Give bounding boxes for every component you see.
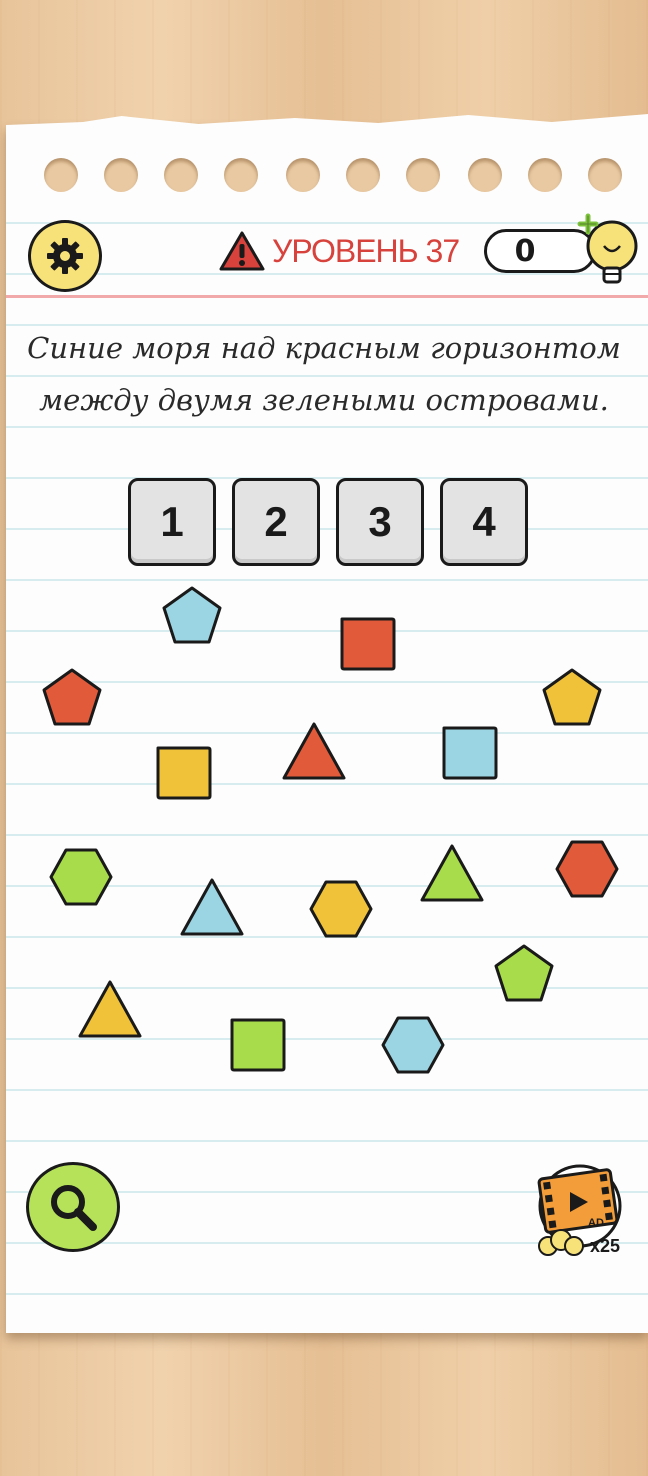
shape-pentagon-blue[interactable]: [160, 584, 224, 646]
shape-square-red[interactable]: [336, 613, 398, 675]
paper-hole: [468, 158, 502, 192]
paper-hole: [528, 158, 562, 192]
level-indicator: УРОВЕНЬ 37: [218, 228, 460, 274]
paper-hole: [286, 158, 320, 192]
shape-hexagon-blue[interactable]: [380, 1014, 446, 1076]
question-line-2: между двумя зелеными островами.: [39, 383, 609, 417]
hint-count: 0: [514, 233, 536, 269]
shape-hexagon-red[interactable]: [554, 838, 620, 900]
shape-square-yellow[interactable]: [152, 742, 214, 804]
gear-icon: [47, 238, 83, 274]
question-line-1: Синие моря над красным горизонтом: [27, 331, 621, 365]
search-icon: [51, 1185, 97, 1231]
paper-hole: [588, 158, 622, 192]
shape-pentagon-red[interactable]: [40, 666, 104, 728]
lightbulb-icon[interactable]: [574, 212, 642, 292]
ad-multiplier: x25: [590, 1236, 621, 1256]
level-title: УРОВЕНЬ 37: [272, 232, 460, 269]
margin-line: [6, 295, 648, 298]
search-hint-button[interactable]: [26, 1162, 120, 1252]
shape-hexagon-green[interactable]: [48, 846, 114, 908]
shape-pentagon-yellow[interactable]: [540, 666, 604, 728]
paper-hole: [104, 158, 138, 192]
answer-keys: 1 2 3 4: [128, 478, 528, 566]
shape-hexagon-yellow[interactable]: [308, 878, 374, 940]
shape-triangle-blue[interactable]: [178, 876, 246, 938]
shape-square-blue[interactable]: [438, 722, 500, 784]
shape-triangle-green[interactable]: [418, 842, 486, 904]
shape-square-green[interactable]: [226, 1014, 288, 1076]
shape-pentagon-green[interactable]: [492, 942, 556, 1004]
shape-triangle-red[interactable]: [280, 720, 348, 782]
shape-triangle-yellow[interactable]: [76, 978, 144, 1040]
warning-icon: [219, 231, 265, 271]
paper-hole: [224, 158, 258, 192]
answer-key-3[interactable]: 3: [336, 478, 424, 566]
answer-key-2[interactable]: 2: [232, 478, 320, 566]
paper-hole: [164, 158, 198, 192]
paper-hole: [346, 158, 380, 192]
answer-key-4[interactable]: 4: [440, 478, 528, 566]
paper-hole: [406, 158, 440, 192]
paper-hole: [44, 158, 78, 192]
svg-text:AD: AD: [588, 1217, 604, 1229]
puzzle-question: Синие моря над красным горизонтом между …: [20, 322, 628, 426]
settings-button[interactable]: [28, 220, 102, 292]
answer-key-1[interactable]: 1: [128, 478, 216, 566]
